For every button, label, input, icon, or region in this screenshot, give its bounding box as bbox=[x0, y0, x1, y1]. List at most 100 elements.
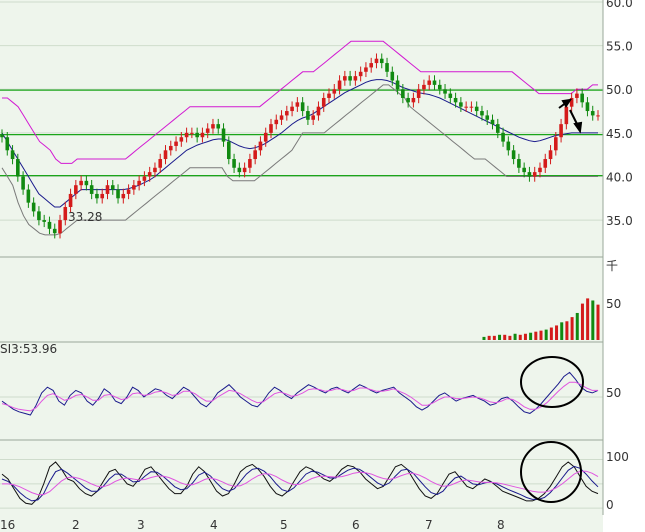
candle-body bbox=[300, 102, 305, 112]
candle-body bbox=[332, 89, 337, 94]
x-axis-label: 3 bbox=[137, 518, 145, 532]
candle-body bbox=[42, 220, 46, 222]
candle-body bbox=[401, 89, 405, 98]
volume-bar bbox=[575, 312, 579, 340]
candle-body bbox=[316, 106, 321, 116]
candle-body bbox=[390, 71, 395, 81]
candle-body bbox=[10, 150, 15, 160]
candle-body bbox=[190, 132, 194, 134]
x-axis-label: 16 bbox=[0, 518, 15, 532]
candle-body bbox=[379, 58, 384, 64]
candle-body bbox=[575, 93, 579, 98]
candle-body bbox=[105, 185, 110, 194]
candle-body bbox=[416, 89, 421, 98]
volume-bar bbox=[549, 327, 553, 340]
candle-body bbox=[47, 221, 52, 229]
si-y-tick: 50 bbox=[606, 386, 621, 400]
candle-body bbox=[116, 189, 120, 199]
volume-bar bbox=[498, 334, 502, 340]
volume-bar bbox=[539, 330, 543, 340]
candle-body bbox=[95, 193, 99, 199]
candle-body bbox=[385, 63, 389, 72]
candle-body bbox=[205, 128, 210, 133]
candle-body bbox=[358, 71, 363, 77]
volume-bar bbox=[586, 298, 590, 340]
x-axis-label: 6 bbox=[352, 518, 360, 532]
candle-body bbox=[501, 132, 505, 142]
price-y-tick-label: 35.0 bbox=[606, 214, 633, 228]
x-axis-label: 4 bbox=[210, 518, 218, 532]
volume-bar bbox=[503, 334, 507, 340]
volume-bar bbox=[596, 304, 600, 340]
candle-body bbox=[211, 124, 215, 129]
candle-body bbox=[79, 180, 83, 186]
candle-body bbox=[137, 180, 141, 186]
candle-body bbox=[443, 89, 447, 94]
candle-body bbox=[121, 193, 126, 199]
candle-body bbox=[506, 141, 511, 151]
candle-body bbox=[527, 172, 532, 177]
price-y-tick-label: 45.0 bbox=[606, 127, 633, 141]
candle-body bbox=[74, 185, 78, 194]
candle-body bbox=[163, 150, 168, 160]
candle-body bbox=[459, 102, 463, 107]
candle-body bbox=[343, 76, 347, 81]
volume-bar bbox=[487, 335, 491, 340]
candle-body bbox=[110, 185, 115, 190]
candle-body bbox=[242, 167, 247, 173]
candle-body bbox=[195, 132, 199, 138]
candle-body bbox=[369, 63, 374, 68]
candle-body bbox=[538, 167, 542, 173]
candle-body bbox=[142, 176, 147, 181]
volume-bar bbox=[591, 300, 595, 340]
candle-body bbox=[517, 159, 521, 168]
candle-body bbox=[174, 141, 178, 146]
candle-body bbox=[596, 115, 600, 117]
stock-chart: 60.055.050.045.040.035.0 33.28 千 50 SI3:… bbox=[0, 0, 633, 532]
si-indicator-title: SI3:53.96 bbox=[0, 342, 57, 356]
candle-body bbox=[248, 159, 252, 168]
candle-body bbox=[548, 150, 553, 160]
price-y-tick-label: 50.0 bbox=[606, 83, 633, 97]
x-axis-label: 5 bbox=[280, 518, 288, 532]
volume-bar bbox=[570, 317, 574, 340]
candle-body bbox=[554, 137, 558, 151]
candle-body bbox=[464, 106, 468, 108]
candle-body bbox=[52, 228, 57, 234]
x-axis-label: 8 bbox=[497, 518, 505, 532]
candle-body bbox=[285, 111, 289, 116]
candle-body bbox=[21, 176, 25, 190]
candle-body bbox=[395, 80, 400, 90]
candle-body bbox=[406, 97, 410, 103]
candle-body bbox=[337, 80, 342, 90]
candle-body bbox=[374, 58, 379, 64]
candle-body bbox=[68, 193, 73, 208]
candle-body bbox=[31, 202, 36, 212]
low-annotation: 33.28 bbox=[68, 210, 102, 224]
candle-body bbox=[100, 193, 105, 199]
volume-bar bbox=[544, 329, 548, 340]
candle-body bbox=[26, 189, 31, 203]
candle-body bbox=[147, 172, 152, 177]
volume-bar bbox=[492, 335, 496, 340]
candle-body bbox=[179, 137, 184, 142]
x-axis-label: 7 bbox=[425, 518, 433, 532]
candle-body bbox=[63, 207, 68, 221]
volume-bar bbox=[534, 331, 538, 340]
volume-bar bbox=[518, 334, 522, 340]
candle-body bbox=[126, 189, 131, 194]
chart-background bbox=[0, 0, 603, 532]
candle-body bbox=[153, 167, 157, 173]
candle-body bbox=[511, 150, 516, 160]
candle-body bbox=[226, 141, 231, 160]
candle-body bbox=[37, 211, 41, 221]
x-axis-label: 2 bbox=[72, 518, 80, 532]
candle-body bbox=[221, 128, 226, 142]
candle-body bbox=[469, 106, 474, 108]
candle-body bbox=[543, 159, 548, 168]
volume-bar bbox=[482, 336, 486, 340]
candle-body bbox=[263, 132, 268, 142]
candle-body bbox=[490, 119, 495, 125]
volume-bar bbox=[560, 322, 564, 340]
candle-body bbox=[485, 115, 490, 120]
